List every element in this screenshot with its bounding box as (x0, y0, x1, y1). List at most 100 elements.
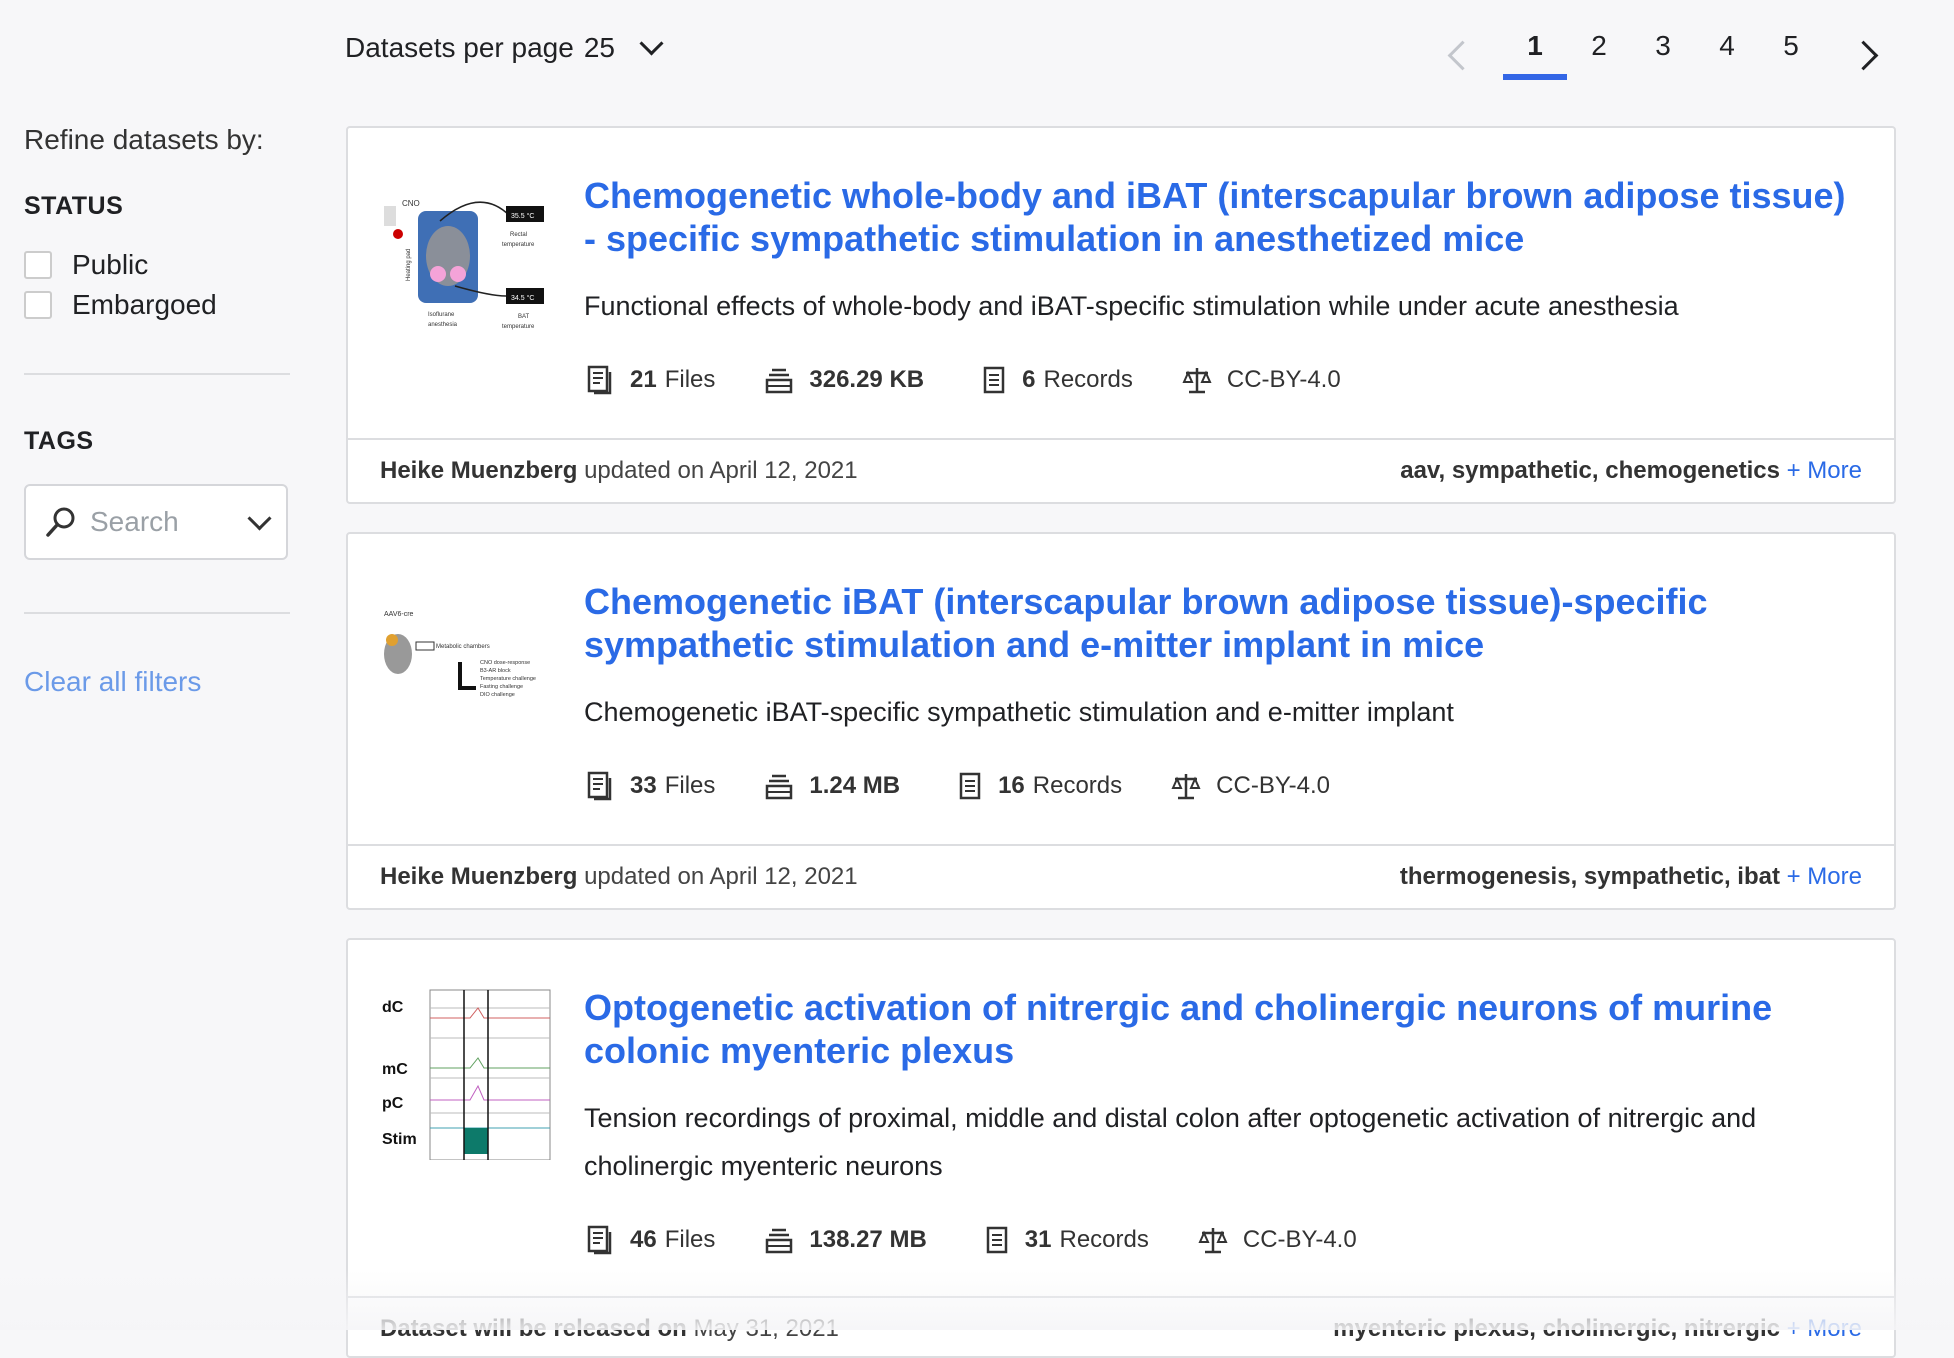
page-2[interactable]: 2 (1567, 30, 1631, 80)
svg-text:CNO dose-response: CNO dose-response (480, 660, 530, 666)
tags-search-input[interactable]: Search (24, 484, 288, 560)
svg-text:DIO challenge: DIO challenge (480, 692, 515, 698)
license-label: CC-BY-4.0 (1242, 1226, 1357, 1253)
svg-text:B3-AR block: B3-AR block (480, 668, 511, 674)
dataset-size: 1.24 MB (809, 772, 901, 799)
page-3[interactable]: 3 (1631, 30, 1695, 80)
files-icon (587, 365, 612, 395)
records-label: Records (1043, 366, 1133, 393)
size-stat: 1.24 MB (763, 770, 908, 802)
checkbox-box[interactable] (24, 291, 52, 319)
records-count: 16 (998, 772, 1025, 799)
dataset-tags: thermogenesis, sympathetic, ibat + More (1400, 863, 1862, 891)
author-name[interactable]: Heike Muenzberg (380, 863, 577, 890)
license-stat: CC-BY-4.0 (1197, 1224, 1357, 1256)
page-5[interactable]: 5 (1759, 30, 1823, 80)
previous-page-icon[interactable] (1447, 40, 1478, 70)
divider (24, 373, 290, 375)
svg-text:anesthesia: anesthesia (428, 322, 458, 328)
svg-text:Rectal: Rectal (510, 232, 527, 238)
license-stat: CC-BY-4.0 (1181, 364, 1341, 396)
svg-text:Isoflurane: Isoflurane (428, 312, 455, 318)
records-count: 6 (1022, 366, 1036, 393)
tag-list: thermogenesis, sympathetic, ibat (1399, 863, 1780, 890)
svg-text:Metabolic chambers: Metabolic chambers (436, 644, 490, 650)
dataset-title-link[interactable]: Optogenetic activation of nitrergic and … (584, 986, 1862, 1072)
status-embargoed-checkbox[interactable]: Embargoed (24, 289, 290, 321)
status-title: STATUS (24, 192, 124, 220)
records-icon (959, 772, 981, 800)
records-stat: 6 Records (980, 364, 1133, 396)
checkbox-box[interactable] (24, 251, 52, 279)
license-stat: CC-BY-4.0 (1170, 770, 1330, 802)
chevron-down-icon[interactable] (247, 505, 272, 531)
dataset-tags: myenteric plexus, cholinergic, nitrergic… (1333, 1315, 1862, 1343)
dataset-meta: Dataset will be released on May 31, 2021 (380, 1315, 839, 1343)
per-page-selector[interactable]: Datasets per page 25 (345, 30, 664, 64)
files-count: 46 (630, 1226, 657, 1253)
page-1[interactable]: 1 (1503, 30, 1567, 80)
dataset-thumbnail[interactable]: AAV6-cre Metabolic chambers CNO dose-res… (380, 582, 552, 754)
clear-filters-link[interactable]: Clear all filters (24, 666, 290, 698)
next-page-icon[interactable] (1848, 40, 1879, 70)
checkbox-label: Embargoed (72, 289, 217, 320)
more-tags-link[interactable]: + More (1787, 457, 1862, 484)
records-stat: 31 Records (983, 1224, 1149, 1256)
refine-label: Refine datasets by: (24, 124, 264, 155)
dataset-title-link[interactable]: Chemogenetic whole-body and iBAT (inters… (584, 174, 1862, 260)
dataset-content: Chemogenetic iBAT (interscapular brown a… (584, 580, 1862, 802)
storage-icon (766, 368, 793, 394)
more-tags-link[interactable]: + More (1787, 1315, 1862, 1342)
scale-icon (1171, 774, 1201, 800)
per-page-label: Datasets per page (345, 32, 574, 63)
dataset-card: CNO 35.5 °C Rectal temperature 34.5 °C B… (346, 126, 1896, 504)
author-name[interactable]: Heike Muenzberg (380, 457, 577, 484)
files-count: 21 (630, 366, 657, 393)
records-label: Records (1032, 772, 1123, 799)
dataset-size: 138.27 MB (809, 1226, 927, 1253)
files-stat: 21 Files (584, 364, 715, 396)
page-4[interactable]: 4 (1695, 30, 1759, 80)
tags-title: TAGS (24, 427, 94, 455)
svg-text:35.5 °C: 35.5 °C (511, 212, 534, 220)
files-count: 33 (630, 772, 657, 799)
svg-text:temperature: temperature (502, 242, 535, 248)
status-public-checkbox[interactable]: Public (24, 249, 290, 281)
search-icon (44, 505, 78, 539)
dataset-stats: 33 Files 1.24 MB 16 Records CC-BY-4.0 (584, 770, 1862, 802)
records-icon (983, 366, 1005, 394)
svg-text:AAV6-cre: AAV6-cre (384, 611, 414, 618)
files-label: Files (664, 772, 716, 799)
dataset-card: AAV6-cre Metabolic chambers CNO dose-res… (346, 532, 1896, 910)
svg-text:Temperature challenge: Temperature challenge (480, 676, 536, 682)
dataset-description: Chemogenetic iBAT-specific sympathetic s… (584, 697, 1454, 727)
dataset-stats: 21 Files 326.29 KB 6 Records CC-BY-4.0 (584, 364, 1862, 396)
scale-icon (1198, 1228, 1228, 1254)
size-stat: 138.27 MB (763, 1224, 934, 1256)
dataset-tags: aav, sympathetic, chemogenetics + More (1400, 457, 1862, 485)
checkbox-label: Public (72, 249, 149, 280)
svg-text:dC: dC (382, 999, 404, 1016)
tag-list: myenteric plexus, cholinergic, nitrergic (1333, 1315, 1780, 1342)
tag-list: aav, sympathetic, chemogenetics (1400, 457, 1780, 484)
divider (24, 612, 290, 614)
updated-date: updated on April 12, 2021 (584, 863, 858, 890)
files-stat: 46 Files (584, 1224, 715, 1256)
dataset-description: Tension recordings of proximal, middle a… (584, 1103, 1757, 1181)
svg-text:mC: mC (382, 1061, 408, 1078)
records-label: Records (1059, 1226, 1149, 1253)
dataset-meta: Heike Muenzberg updated on April 12, 202… (380, 457, 858, 485)
svg-text:CNO: CNO (402, 199, 420, 208)
svg-text:Fasting challenge: Fasting challenge (480, 684, 523, 690)
dataset-thumbnail[interactable]: dC mC pC Stim (380, 988, 552, 1161)
release-date: May 31, 2021 (693, 1315, 839, 1342)
more-tags-link[interactable]: + More (1787, 863, 1862, 890)
dataset-thumbnail[interactable]: CNO 35.5 °C Rectal temperature 34.5 °C B… (380, 176, 552, 348)
dataset-title-link[interactable]: Chemogenetic iBAT (interscapular brown a… (584, 580, 1862, 666)
storage-icon (766, 1228, 793, 1254)
files-icon (587, 771, 612, 801)
svg-text:Stim: Stim (382, 1131, 417, 1148)
search-placeholder: Search (90, 506, 179, 537)
dataset-content: Optogenetic activation of nitrergic and … (584, 986, 1862, 1256)
dataset-size: 326.29 KB (809, 366, 925, 393)
